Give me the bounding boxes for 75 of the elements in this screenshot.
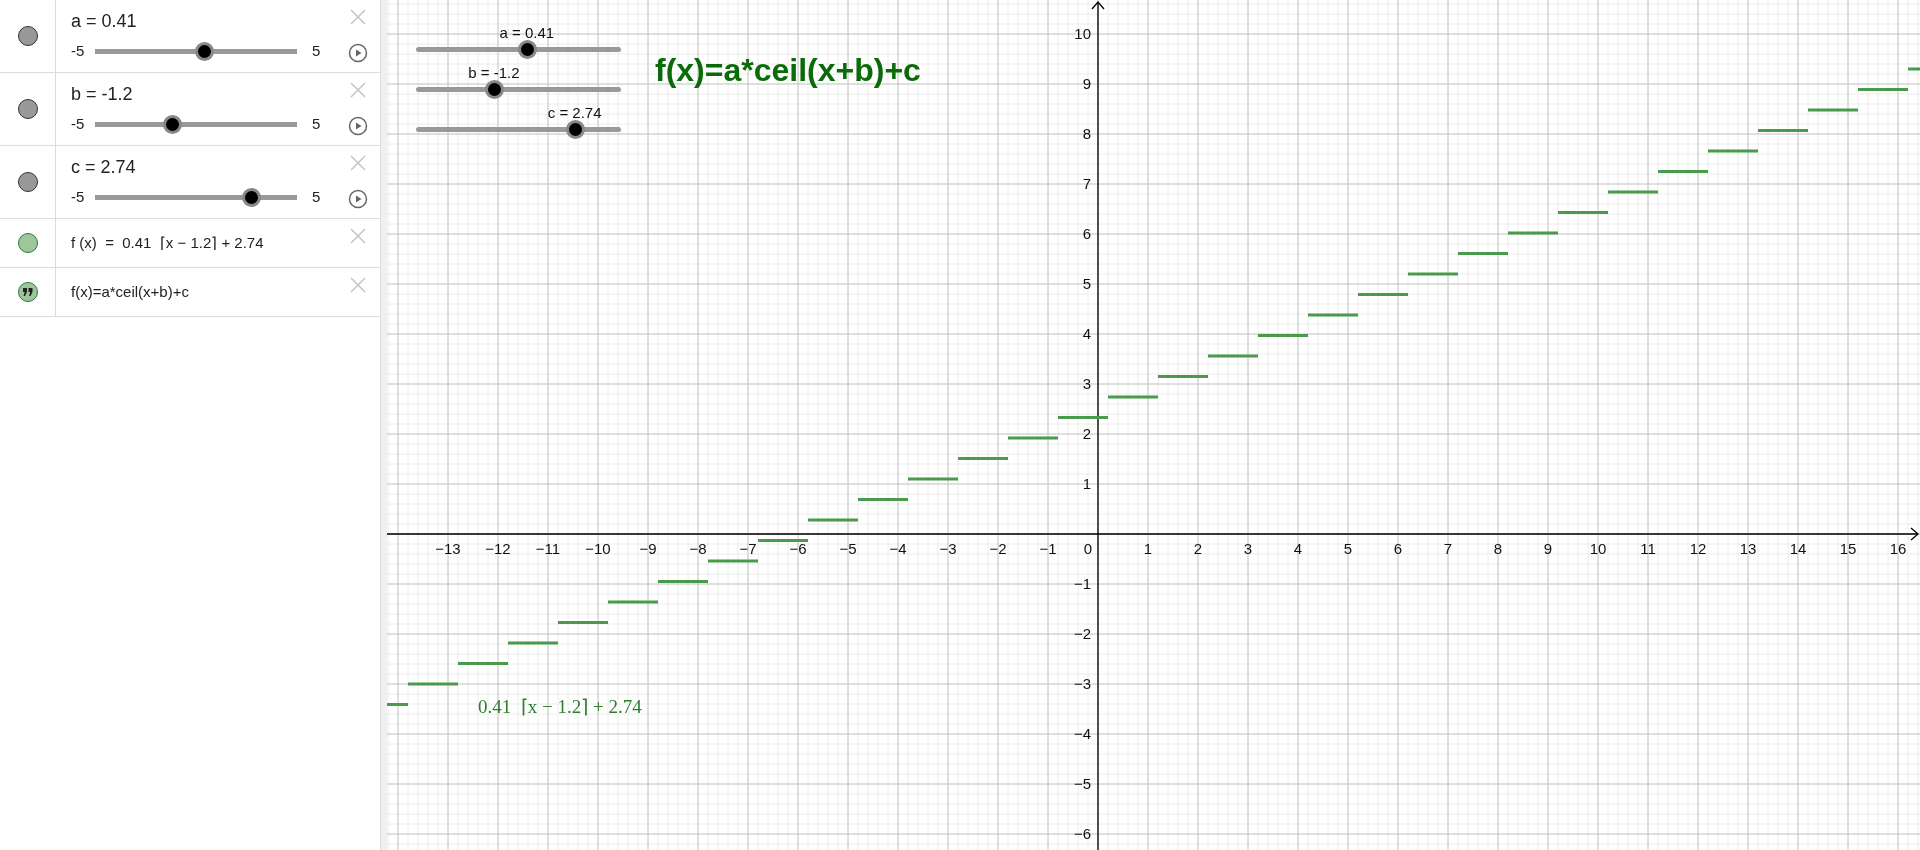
x-tick-label: 9 xyxy=(1543,540,1553,557)
x-tick-label: −4 xyxy=(889,540,907,557)
slider[interactable] xyxy=(416,80,621,99)
x-tick-label: 2 xyxy=(1193,540,1203,557)
slider-min: -5 xyxy=(71,113,86,134)
origin-label: 0 xyxy=(1083,540,1092,557)
x-tick-label: 8 xyxy=(1493,540,1503,557)
slider-max: 5 xyxy=(312,113,321,134)
y-tick-label: 4 xyxy=(1082,325,1091,342)
x-tick-label: 5 xyxy=(1343,540,1353,557)
x-tick-label: −1 xyxy=(1039,540,1057,557)
y-tick-label: 2 xyxy=(1082,425,1091,442)
function-label: 0.41 ⌈x − 1.2⌉ + 2.74 xyxy=(478,695,642,717)
play-icon[interactable] xyxy=(348,189,368,209)
slider[interactable] xyxy=(95,41,297,61)
x-tick-label: −9 xyxy=(639,540,657,557)
slider-label: a = 0.41 xyxy=(71,9,137,32)
function-definition: f (x) = 0.41 ⌈x − 1.2⌉ + 2.74 xyxy=(71,232,264,253)
slider-label: c = 2.74 xyxy=(547,103,602,123)
formula-text: f(x)=a*ceil(x+b)+c xyxy=(655,51,921,90)
y-tick-label: −1 xyxy=(1073,575,1091,592)
x-tick-label: −5 xyxy=(839,540,857,557)
x-tick-label: −12 xyxy=(485,540,511,557)
x-tick-label: 16 xyxy=(1889,540,1907,557)
x-tick-label: 10 xyxy=(1589,540,1607,557)
slider-max: 5 xyxy=(312,186,321,207)
y-tick-label: 9 xyxy=(1082,75,1091,92)
slider-min: -5 xyxy=(71,186,86,207)
y-tick-label: −3 xyxy=(1073,675,1091,692)
y-tick-label: 5 xyxy=(1082,275,1091,292)
slider-label: c = 2.74 xyxy=(71,155,136,178)
slider-thumb[interactable] xyxy=(162,114,182,134)
x-tick-label: −10 xyxy=(585,540,611,557)
slider-label: a = 0.41 xyxy=(499,23,555,43)
x-tick-label: 12 xyxy=(1689,540,1707,557)
slider[interactable] xyxy=(95,187,297,207)
play-icon[interactable] xyxy=(348,43,368,63)
slider-label: b = -1.2 xyxy=(71,82,133,105)
x-tick-label: −11 xyxy=(535,540,561,557)
quote-icon xyxy=(22,288,33,296)
x-tick-label: 6 xyxy=(1393,540,1403,557)
x-tick-label: 15 xyxy=(1839,540,1857,557)
slider-max: 5 xyxy=(312,40,321,61)
x-tick-label: 3 xyxy=(1243,540,1253,557)
slider-label: b = -1.2 xyxy=(468,63,520,83)
y-tick-label: 1 xyxy=(1082,475,1091,492)
x-tick-label: −7 xyxy=(739,540,757,557)
x-tick-label: 13 xyxy=(1739,540,1757,557)
x-tick-label: 14 xyxy=(1789,540,1807,557)
y-tick-label: 3 xyxy=(1082,375,1091,392)
x-tick-label: −6 xyxy=(789,540,807,557)
x-tick-label: 1 xyxy=(1143,540,1153,557)
y-tick-label: −5 xyxy=(1073,775,1091,792)
y-tick-label: −6 xyxy=(1073,825,1091,842)
slider-thumb[interactable] xyxy=(195,41,215,61)
y-tick-label: 8 xyxy=(1082,125,1091,142)
slider-min: -5 xyxy=(71,40,86,61)
y-tick-label: 7 xyxy=(1082,175,1091,192)
x-tick-label: −13 xyxy=(435,540,461,557)
slider[interactable] xyxy=(95,114,297,134)
x-tick-label: 4 xyxy=(1293,540,1303,557)
y-tick-label: −4 xyxy=(1073,725,1091,742)
y-tick-label: 6 xyxy=(1082,225,1091,242)
slider[interactable] xyxy=(416,40,621,59)
play-icon[interactable] xyxy=(348,116,368,136)
x-tick-label: −8 xyxy=(689,540,707,557)
slider-thumb[interactable] xyxy=(242,187,262,207)
x-tick-label: −2 xyxy=(989,540,1007,557)
y-tick-label: 10 xyxy=(1074,25,1091,42)
y-tick-label: −2 xyxy=(1073,625,1091,642)
x-tick-label: 11 xyxy=(1640,540,1656,557)
x-tick-label: 7 xyxy=(1443,540,1453,557)
slider[interactable] xyxy=(416,120,621,139)
text-definition: f(x)=a*ceil(x+b)+c xyxy=(71,281,189,302)
x-tick-label: −3 xyxy=(939,540,957,557)
